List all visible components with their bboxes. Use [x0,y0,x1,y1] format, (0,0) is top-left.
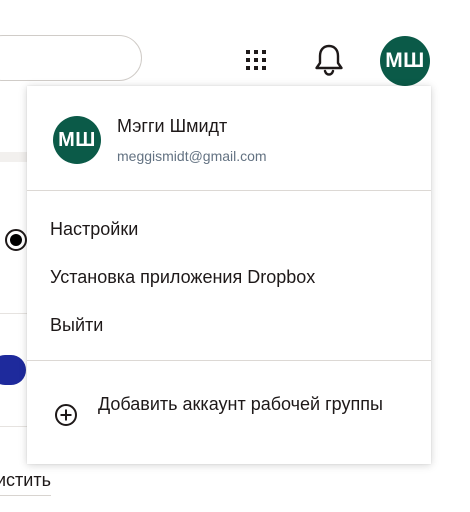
search-input[interactable] [0,35,142,81]
background-radio-button[interactable] [5,229,27,251]
background-divider [0,152,30,162]
profile-avatar: МШ [53,116,101,164]
plus-circle-icon [55,404,77,426]
menu-item-settings[interactable]: Настройки [50,219,138,240]
grid-icon [246,50,266,70]
apps-grid-button[interactable] [243,47,269,73]
account-profile[interactable]: МШ Мэгги Шмидт meggismidt@gmail.com [27,86,431,190]
bell-icon [315,44,343,76]
add-team-account-button[interactable]: Добавить аккаунт рабочей группы [27,361,431,461]
clear-link[interactable]: истить [0,470,51,496]
menu-divider [27,190,431,191]
background-divider [0,313,30,314]
background-toggle[interactable] [0,355,26,385]
menu-item-logout[interactable]: Выйти [50,315,103,336]
background-divider [0,426,30,427]
menu-item-install-app[interactable]: Установка приложения Dropbox [50,267,315,288]
account-menu: МШ Мэгги Шмидт meggismidt@gmail.com Наст… [27,86,431,464]
profile-name: Мэгги Шмидт [117,116,228,136]
add-team-account-label: Добавить аккаунт рабочей группы [98,394,383,414]
profile-email: meggismidt@gmail.com [117,148,267,164]
account-avatar-button[interactable]: МШ [380,36,430,86]
notifications-button[interactable] [311,42,347,78]
